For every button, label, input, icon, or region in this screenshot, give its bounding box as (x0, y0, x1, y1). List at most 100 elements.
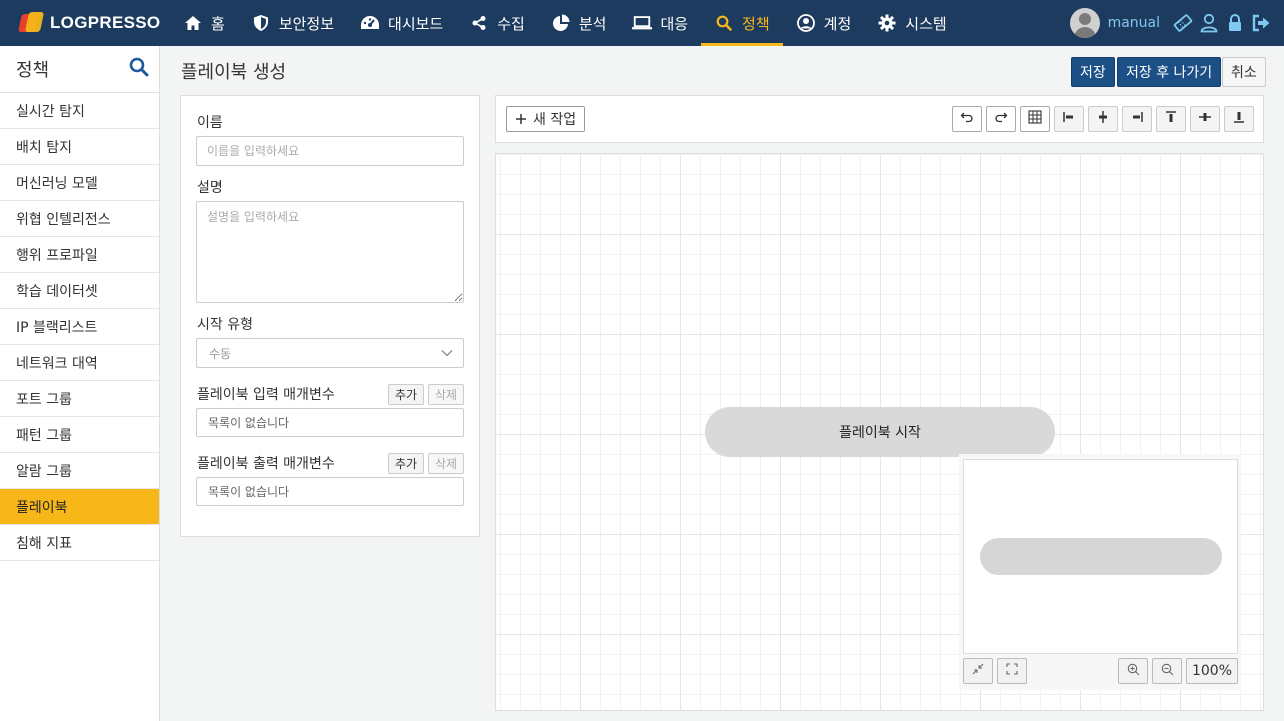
logout-icon[interactable] (1248, 8, 1274, 38)
align-right-icon (1130, 110, 1144, 128)
input-params-list: 목록이 없습니다 (196, 408, 464, 437)
playbook-start-node[interactable]: 플레이북 시작 (705, 407, 1055, 457)
nav-item-label: 보안정보 (278, 14, 335, 33)
nav-item-response[interactable]: 대응 (619, 0, 701, 46)
sidebar-header: 정책 (0, 46, 159, 93)
fullscreen-icon (1006, 663, 1018, 679)
user-outline-icon[interactable] (1196, 8, 1222, 38)
align-center-icon (1096, 110, 1110, 128)
output-params-list: 목록이 없습니다 (196, 477, 464, 506)
align-left-button[interactable] (1054, 106, 1084, 132)
align-right-button[interactable] (1122, 106, 1152, 132)
playbook-form-panel: 이름 설명 시작 유형 수동 플레이북 입력 매개변수 추가 삭제 목록이 없습… (180, 95, 480, 537)
nav-item-account[interactable]: 계정 (783, 0, 865, 46)
nav-item-policy[interactable]: 정책 (701, 0, 783, 46)
top-navigation-bar: LOGPRESSO 홈 보안정보 대시보드 수집 분석 대응 정책 계정 시스템… (0, 0, 1284, 46)
nav-item-label: 대시보드 (388, 14, 444, 33)
sidebar-item-label: 실시간 탐지 (16, 103, 85, 120)
nav-item-dashboard[interactable]: 대시보드 (347, 0, 456, 46)
nav-item-label: 시스템 (905, 14, 947, 33)
user-circle-icon (796, 14, 816, 32)
collapse-minimap-button[interactable] (963, 658, 993, 684)
align-left-icon (1062, 110, 1076, 128)
ticket-icon[interactable] (1170, 8, 1196, 38)
nav-item-security-info[interactable]: 보안정보 (238, 0, 347, 46)
logo[interactable]: LOGPRESSO (0, 12, 170, 34)
output-params-label: 플레이북 출력 매개변수 (197, 456, 335, 472)
sidebar-item-ml-model[interactable]: 머신러닝 모델 (0, 165, 159, 201)
zoom-in-button[interactable] (1118, 658, 1148, 684)
align-bottom-icon (1232, 110, 1246, 128)
sidebar-item-training-dataset[interactable]: 학습 데이터셋 (0, 273, 159, 309)
sidebar-item-label: 학습 데이터셋 (16, 283, 98, 300)
sidebar-item-pattern-group[interactable]: 패턴 그룹 (0, 417, 159, 453)
laptop-icon (632, 14, 653, 32)
new-task-button[interactable]: 새 작업 (506, 106, 586, 132)
grid-icon (1028, 110, 1042, 128)
zoom-level-button[interactable]: 100% (1186, 658, 1238, 684)
nav-item-label: 계정 (823, 14, 852, 33)
delete-input-param-button[interactable]: 삭제 (428, 384, 465, 405)
minimap-node (980, 538, 1222, 575)
name-input[interactable] (196, 136, 464, 166)
playbook-canvas[interactable]: 플레이북 시작 100% (495, 153, 1264, 711)
sidebar-item-alarm-group[interactable]: 알람 그룹 (0, 453, 159, 489)
nav-item-label: 수집 (497, 14, 525, 33)
minimap[interactable] (963, 459, 1238, 654)
align-bottom-button[interactable] (1224, 106, 1254, 132)
sidebar-title: 정책 (16, 60, 50, 81)
zoom-out-button[interactable] (1152, 658, 1182, 684)
sidebar-item-label: 머신러닝 모델 (16, 175, 98, 192)
add-input-param-button[interactable]: 추가 (388, 384, 425, 405)
zoom-out-icon (1161, 663, 1174, 680)
align-middle-button[interactable] (1190, 106, 1220, 132)
dashboard-icon (360, 14, 380, 32)
sidebar-item-threat-intel[interactable]: 위협 인텔리전스 (0, 201, 159, 237)
start-type-value: 수동 (209, 346, 232, 361)
delete-output-param-button[interactable]: 삭제 (428, 453, 465, 474)
main-menu: 홈 보안정보 대시보드 수집 분석 대응 정책 계정 시스템 (170, 0, 960, 46)
nav-item-label: 분석 (578, 14, 607, 33)
page-title: 플레이북 생성 (181, 62, 287, 83)
redo-button[interactable] (986, 106, 1016, 132)
lock-icon[interactable] (1222, 8, 1248, 38)
sidebar-item-label: 침해 지표 (16, 535, 72, 552)
sidebar-item-port-group[interactable]: 포트 그룹 (0, 381, 159, 417)
save-and-exit-button[interactable]: 저장 후 나가기 (1117, 57, 1222, 87)
redo-icon (994, 110, 1008, 128)
sidebar-item-label: 플레이북 (16, 499, 68, 516)
search-icon (714, 14, 734, 32)
avatar[interactable] (1069, 8, 1100, 38)
description-label: 설명 (197, 180, 223, 196)
sidebar-item-behavior-profile[interactable]: 행위 프로파일 (0, 237, 159, 273)
save-button[interactable]: 저장 (1071, 57, 1115, 87)
start-type-select[interactable]: 수동 (196, 338, 464, 368)
nav-item-analysis[interactable]: 분석 (538, 0, 620, 46)
align-middle-icon (1198, 110, 1212, 128)
align-top-button[interactable] (1156, 106, 1186, 132)
sidebar-item-label: 위협 인텔리전스 (16, 211, 111, 228)
sidebar-item-realtime-detection[interactable]: 실시간 탐지 (0, 93, 159, 129)
nav-item-system[interactable]: 시스템 (864, 0, 959, 46)
search-icon[interactable] (129, 57, 149, 81)
sidebar-item-label: 포트 그룹 (16, 391, 72, 408)
cancel-button[interactable]: 취소 (1222, 57, 1266, 87)
logo-text: LOGPRESSO (50, 13, 161, 32)
username[interactable]: manual (1108, 15, 1160, 31)
nav-item-home[interactable]: 홈 (170, 0, 238, 46)
add-output-param-button[interactable]: 추가 (388, 453, 425, 474)
fit-view-button[interactable] (997, 658, 1027, 684)
nav-item-collect[interactable]: 수집 (456, 0, 538, 46)
sidebar-item-playbook[interactable]: 플레이북 (0, 489, 159, 525)
description-textarea[interactable] (196, 201, 464, 303)
align-center-button[interactable] (1088, 106, 1118, 132)
sidebar-item-ip-blacklist[interactable]: IP 블랙리스트 (0, 309, 159, 345)
grid-toggle-button[interactable] (1020, 106, 1050, 132)
sidebar-item-network-range[interactable]: 네트워크 대역 (0, 345, 159, 381)
plus-icon (515, 113, 527, 125)
sidebar-item-label: 알람 그룹 (16, 463, 72, 480)
sidebar-item-batch-detection[interactable]: 배치 탐지 (0, 129, 159, 165)
start-type-label: 시작 유형 (197, 317, 253, 333)
sidebar-item-ioc[interactable]: 침해 지표 (0, 525, 159, 561)
undo-button[interactable] (952, 106, 982, 132)
